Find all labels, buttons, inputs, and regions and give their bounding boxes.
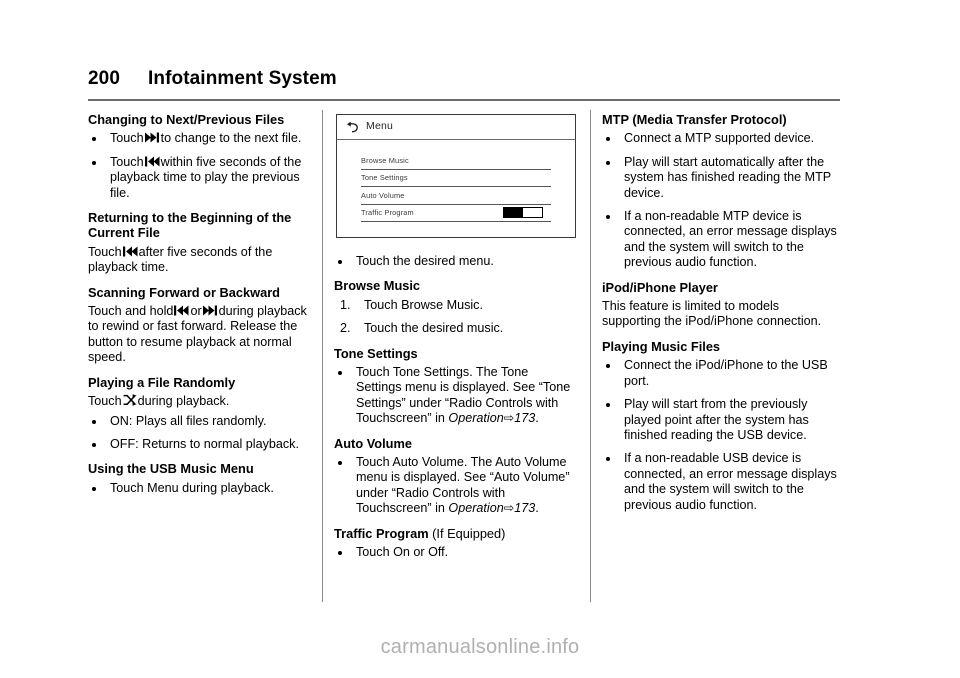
list-item: If a non-readable USB device is connecte… <box>602 451 840 513</box>
heading-returning-beginning: Returning to the Beginning of the Curren… <box>88 210 292 241</box>
list-item: Touch Browse Music. <box>340 297 483 314</box>
middle-column: Menu Browse Music Tone Settings Auto Vol… <box>334 112 576 569</box>
para-return-beginning: Touch after five seconds of the playback … <box>88 245 314 276</box>
list-item: ON: Plays all files randomly. <box>88 414 314 429</box>
page-title: Infotainment System <box>148 68 337 89</box>
xref-title: Operation <box>448 411 504 426</box>
previous-track-icon <box>174 305 189 316</box>
list-item: OFF: Returns to normal playback. <box>88 437 314 452</box>
heading-ipod-iphone-player: iPod/iPhone Player <box>602 279 718 295</box>
list-item: Touch Auto Volume. The Auto Volume menu … <box>334 455 576 517</box>
page-number: 200 <box>88 68 121 89</box>
heading-changing-files: Changing to Next/Previous Files <box>88 112 285 127</box>
screen-menu-item-traffic-program[interactable]: Traffic Program <box>361 205 551 222</box>
menu-item-label: Tone Settings <box>361 172 408 183</box>
list-item: Connect the iPod/iPhone to the USB port. <box>602 358 840 389</box>
menu-item-label: Browse Music <box>361 155 409 165</box>
previous-track-icon <box>144 156 160 167</box>
xref-arrow-icon: ⇨ <box>503 411 515 426</box>
steps-browse-music: Touch Browse Music. Touch the desired mu… <box>334 298 576 337</box>
menu-item-label: Auto Volume <box>361 190 405 200</box>
cross-reference-auto-volume[interactable]: Operation⇨173 <box>448 501 535 515</box>
para-text-post: during playback. <box>137 394 230 409</box>
back-arrow-icon[interactable] <box>346 121 359 134</box>
bullet-list-auto-volume: Touch Auto Volume. The Auto Volume menu … <box>334 455 576 517</box>
list-item: Touch the desired music. <box>340 321 504 337</box>
list-item: If a non-readable MTP device is connecte… <box>602 209 840 271</box>
list-item: Connect a MTP supported device. <box>602 131 840 146</box>
para-text-mid: or <box>190 304 202 319</box>
xref-period: . <box>535 411 539 426</box>
heading-usb-music-menu: Using the USB Music Menu <box>88 461 254 477</box>
list-item: Play will start automatically after the … <box>602 155 840 201</box>
para-play-random: Touch during playback. <box>88 394 314 409</box>
bullet-list-playing-music: Connect the iPod/iPhone to the USB port.… <box>602 358 840 513</box>
column-divider-left <box>322 110 323 602</box>
bullet-text-post: to change to the next file. <box>160 131 302 146</box>
heading-mtp: MTP (Media Transfer Protocol) <box>602 112 787 127</box>
bullet-text-pre: Touch <box>110 154 144 169</box>
site-watermark: carmanualsonline.info <box>380 636 580 658</box>
shuffle-icon <box>123 394 137 406</box>
traffic-program-toggle[interactable] <box>503 207 543 219</box>
list-item: Touch within five seconds of the playback… <box>88 155 314 201</box>
bullet-list-desired-menu: Touch the desired menu. <box>334 254 576 269</box>
bullet-list-tone-settings: Touch Tone Settings. The Tone Settings m… <box>334 365 576 427</box>
screen-menu-item-browse-music[interactable]: Browse Music <box>361 152 551 170</box>
right-column: MTP (Media Transfer Protocol) Connect a … <box>602 112 840 521</box>
xref-arrow-icon: ⇨ <box>503 501 515 516</box>
cross-reference-tone[interactable]: Operation⇨173 <box>448 411 535 425</box>
bullet-list-random-modes: ON: Plays all files randomly. OFF: Retur… <box>88 414 314 453</box>
para-scanning: Touch and hold or during playback to rewin… <box>88 304 314 366</box>
heading-browse-music: Browse Music <box>334 278 421 294</box>
screen-menu-list: Browse Music Tone Settings Auto Volume T… <box>337 140 575 222</box>
bullet-list-traffic-program: Touch On or Off. <box>334 545 576 560</box>
para-text-pre: Touch <box>88 244 122 259</box>
xref-period: . <box>535 501 539 516</box>
column-divider-right <box>590 110 591 602</box>
header-rule <box>88 99 840 101</box>
left-column: Changing to Next/Previous Files Touch to … <box>88 112 314 504</box>
heading-playing-music-files: Playing Music Files <box>602 338 721 354</box>
xref-page: 173 <box>514 411 536 426</box>
list-item: Touch On or Off. <box>334 545 576 560</box>
heading-text: Traffic Program <box>334 525 429 541</box>
heading-play-random: Playing a File Randomly <box>88 374 236 390</box>
next-track-icon <box>144 132 160 143</box>
bullet-text-pre: Touch <box>110 131 144 146</box>
xref-page: 173 <box>514 501 536 516</box>
screen-menu-item-tone-settings[interactable]: Tone Settings <box>361 170 551 187</box>
list-item: Touch Menu during playback. <box>88 481 314 496</box>
toggle-on-half <box>504 208 523 218</box>
heading-tone-settings: Tone Settings <box>334 345 418 361</box>
list-item: Play will start from the previously play… <box>602 397 840 443</box>
screen-menu-item-auto-volume[interactable]: Auto Volume <box>361 187 551 205</box>
bullet-list-change-files: Touch to change to the next file. Touch wi… <box>88 131 314 201</box>
list-item: Touch to change to the next file. <box>88 131 314 146</box>
menu-item-label: Traffic Program <box>361 207 414 218</box>
heading-traffic-program: Traffic Program (If Equipped) <box>334 526 576 541</box>
xref-title: Operation <box>448 501 504 516</box>
heading-note: (If Equipped) <box>432 525 506 541</box>
bullet-list-usb-menu: Touch Menu during playback. <box>88 481 314 496</box>
bullet-list-mtp: Connect a MTP supported device. Play wil… <box>602 131 840 270</box>
para-text-pre: Touch <box>88 394 122 409</box>
heading-auto-volume: Auto Volume <box>334 435 412 451</box>
screen-title-label: Menu <box>366 120 394 133</box>
previous-track-icon <box>122 246 138 257</box>
infotainment-menu-figure: Menu Browse Music Tone Settings Auto Vol… <box>336 114 576 238</box>
list-item: Touch the desired menu. <box>334 254 576 269</box>
heading-scanning: Scanning Forward or Backward <box>88 284 280 300</box>
para-ipod-limitation: This feature is limited to models suppor… <box>602 299 822 329</box>
para-text-pre: Touch and hold <box>88 304 174 319</box>
toggle-off-half <box>523 208 542 218</box>
list-item: Touch Tone Settings. The Tone Settings m… <box>334 365 576 427</box>
screen-titlebar: Menu <box>337 115 575 140</box>
next-track-icon <box>202 305 218 316</box>
